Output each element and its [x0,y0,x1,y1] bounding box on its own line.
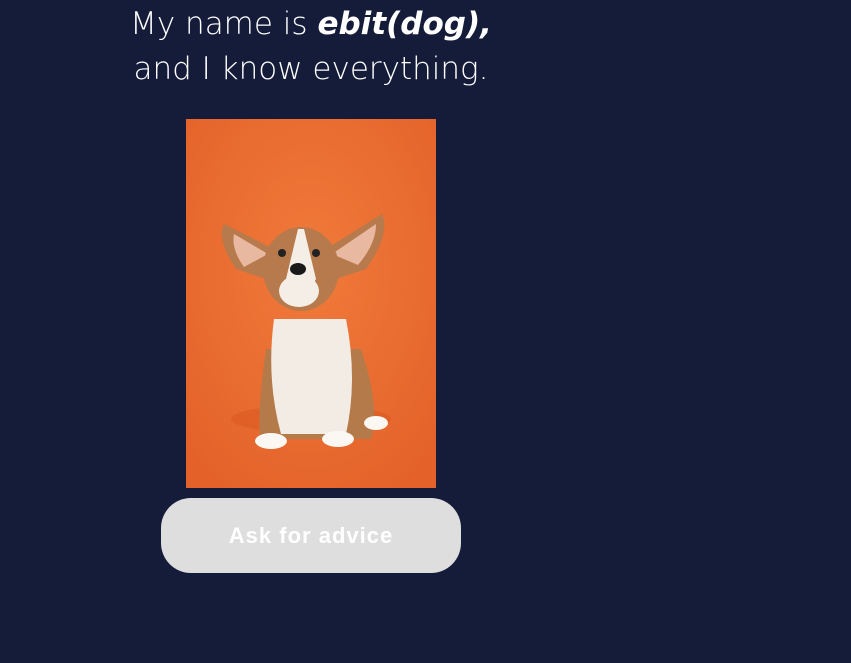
dog-name: ebit(dog), [317,6,492,42]
headline-line-1: My name is ebit(dog), [130,6,492,42]
ask-for-advice-button[interactable]: Ask for advice [161,498,461,573]
headline: My name is ebit(dog), and I know everyth… [0,2,622,92]
dog-photo [186,119,436,488]
headline-line-2: and I know everything. [133,51,489,87]
